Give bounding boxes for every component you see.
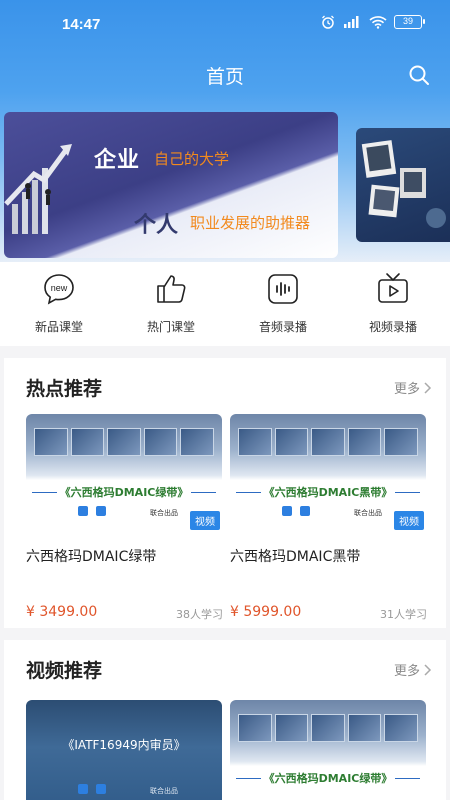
section-title: 热点推荐 [26,378,103,400]
thumbs-up-icon [157,275,186,303]
thumbnail-joint-text: 联合出品 [150,787,178,795]
learner-count: 38人学习 [176,608,223,621]
quick-entry-bar: new 新品课堂 热门课堂 音频录播 视频录播 [0,262,450,346]
video-tag: 视频 [394,511,424,530]
more-link[interactable]: 更多 [394,660,432,679]
banner-line1-sub: 自己的大学 [154,150,230,168]
search-icon[interactable] [408,64,430,86]
thumbnail-joint-text: 联合出品 [354,509,382,517]
course-thumbnail: 《IATF16949内审员》 联合出品 [26,700,222,800]
quick-entry-label: 新品课堂 [34,320,83,334]
photo-frames-illustration [361,140,446,228]
quick-entry-video[interactable]: 视频录播 [348,272,438,335]
video-tag: 视频 [190,511,220,530]
signal-icon [344,16,359,28]
film-strip-decoration [34,428,214,456]
course-name: 六西格玛DMAIC黑带 [230,549,361,565]
quick-entry-label: 视频录播 [368,320,417,334]
thumbnail-caption: 《六西格玛DMAIC黑带》 [260,486,396,499]
thumbnail-caption: 《六西格玛DMAIC绿带》 [260,772,396,785]
banner-next-slide[interactable] [356,128,450,242]
course-thumbnail: 《六西格玛DMAIC绿带》 [230,700,426,800]
course-price: ¥ 3499.00 [26,604,98,620]
battery-icon: 39 [394,15,425,29]
quick-entry-label: 音频录播 [258,320,307,334]
status-bar: 14:47 39 [0,0,450,50]
thumbnail-caption: 《六西格玛DMAIC绿带》 [56,486,192,499]
film-strip-decoration [238,428,418,456]
course-price: ¥ 5999.00 [230,604,302,620]
course-thumbnail: 《六西格玛DMAIC绿带》 联合出品 视频 [26,414,222,532]
course-thumbnail: 《六西格玛DMAIC黑带》 联合出品 视频 [230,414,426,532]
status-time: 14:47 [62,16,101,33]
quick-entry-label: 热门课堂 [146,320,195,334]
learner-count: 31人学习 [380,608,427,621]
course-name: 六西格玛DMAIC绿带 [26,549,157,565]
banner-line1-main: 企业 [94,147,141,173]
more-label: 更多 [393,382,420,397]
tv-play-icon [378,273,408,303]
page-title: 首页 [205,66,244,88]
banner-line2-main: 个人 [134,212,179,238]
chevron-right-icon [424,663,432,676]
chevron-right-icon [424,381,432,394]
film-strip-decoration [238,714,418,742]
quick-entry-audio[interactable]: 音频录播 [238,272,328,335]
quick-entry-new-course[interactable]: new 新品课堂 [14,272,104,335]
hot-recommend-section: 热点推荐 更多 《六西格玛DMAIC绿带》 联合出品 视频 六西格玛DMAIC绿… [4,358,446,628]
more-link[interactable]: 更多 [394,378,432,397]
wifi-icon [369,16,387,29]
more-label: 更多 [393,664,420,679]
thumbnail-joint-text: 联合出品 [150,509,178,517]
growth-arrow-illustration [4,144,72,234]
svg-text:new: new [51,283,68,293]
partner-logos [78,784,106,794]
banner-line2-sub: 职业发展的助推器 [190,214,311,232]
thumbnail-caption: 《IATF16949内审员》 [62,738,186,752]
banner-slide[interactable]: 企业 自己的大学 个人 职业发展的助推器 [4,112,338,258]
video-recommend-section: 视频推荐 更多 《IATF16949内审员》 联合出品 《六西格玛DMAIC绿带… [4,640,446,800]
alarm-icon [322,15,334,29]
audio-wave-icon [268,274,298,304]
quick-entry-hot-course[interactable]: 热门课堂 [126,272,216,335]
section-title: 视频推荐 [26,660,103,682]
new-badge-icon: new [44,274,74,305]
partner-logos [282,506,310,516]
nav-bar: 首页 [0,58,450,94]
partner-logos [78,506,106,516]
